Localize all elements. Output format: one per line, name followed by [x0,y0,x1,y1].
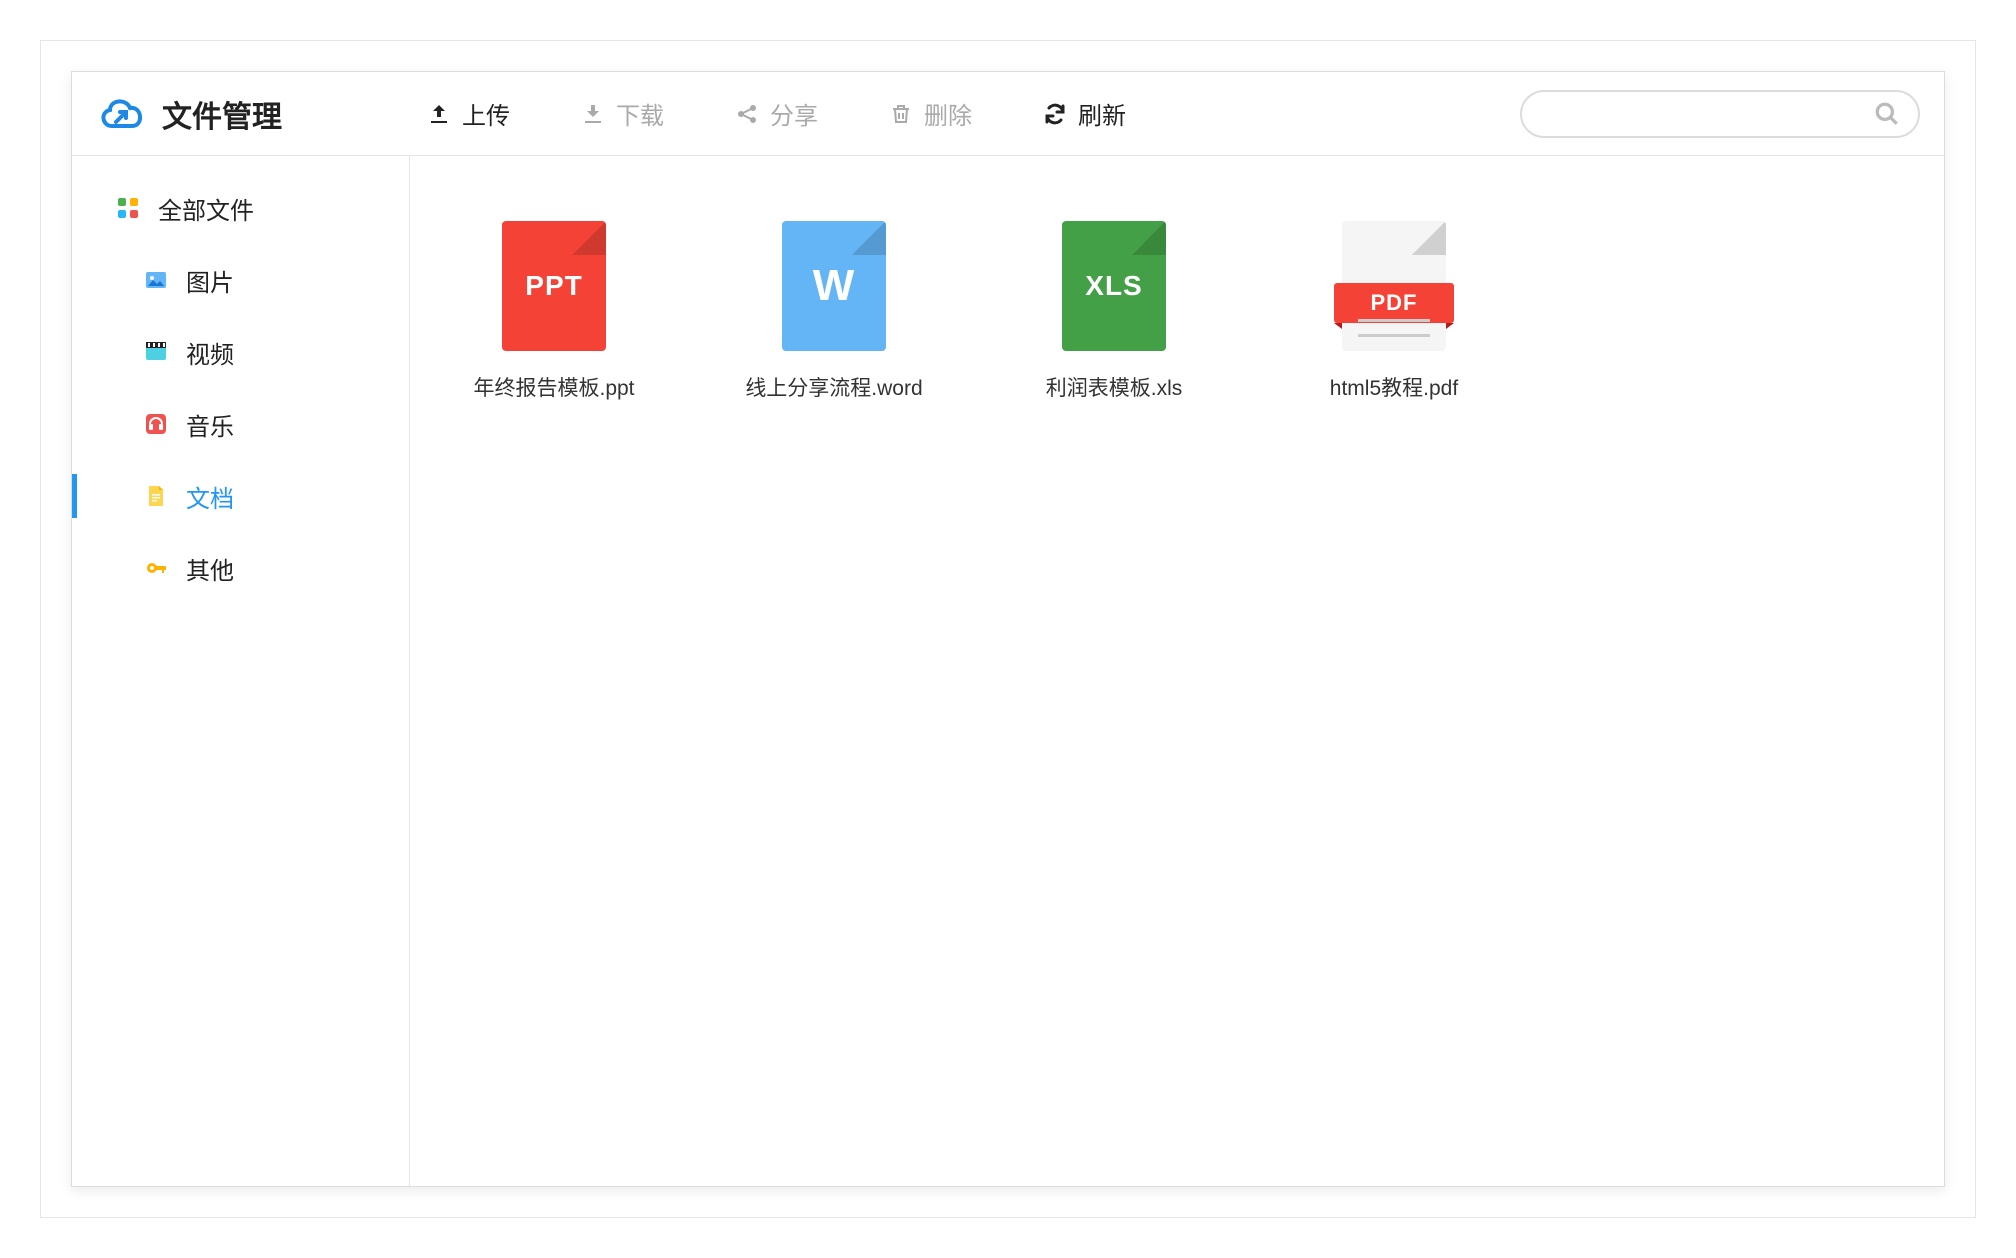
upload-button[interactable]: 上传 [426,96,510,131]
key-icon [142,554,170,582]
grid-icon [114,194,142,222]
file-badge: PPT [525,270,582,302]
body: 全部文件 图片 视频 [72,156,1944,1186]
toolbar: 上传 下载 分享 删除 [426,96,1126,131]
download-icon [580,101,606,127]
sidebar-item-video[interactable]: 视频 [72,322,409,382]
sidebar-item-all-files[interactable]: 全部文件 [72,178,409,238]
app-title: 文件管理 [162,92,282,136]
sidebar-item-documents[interactable]: 文档 [72,466,409,526]
share-icon [734,101,760,127]
document-icon [142,482,170,510]
sidebar-item-label: 音乐 [186,407,234,442]
refresh-icon [1042,101,1068,127]
file-name: 年终报告模板.ppt [473,372,634,402]
file-item[interactable]: PPT 年终报告模板.ppt [454,216,654,402]
refresh-button[interactable]: 刷新 [1042,96,1126,131]
file-item[interactable]: W 线上分享流程.word [734,216,934,402]
refresh-label: 刷新 [1078,96,1126,131]
cloud-logo-icon [96,88,148,140]
upload-icon [426,101,452,127]
sidebar-item-label: 视频 [186,335,234,370]
sidebar: 全部文件 图片 视频 [72,156,410,1186]
download-label: 下载 [616,96,664,131]
content-area: PPT 年终报告模板.ppt W 线上分享流程.word XLS 利润表模板.x… [410,156,1944,1186]
file-item[interactable]: XLS 利润表模板.xls [1014,216,1214,402]
sidebar-item-label: 其他 [186,551,234,586]
music-icon [142,410,170,438]
file-name: 线上分享流程.word [745,372,922,402]
file-badge: PDF [1371,290,1418,316]
download-button[interactable]: 下载 [580,96,664,131]
file-badge: W [813,261,856,311]
logo-title: 文件管理 [96,88,386,140]
video-icon [142,338,170,366]
share-button[interactable]: 分享 [734,96,818,131]
sidebar-item-images[interactable]: 图片 [72,250,409,310]
header: 文件管理 上传 下载 [72,72,1944,156]
upload-label: 上传 [462,96,510,131]
pdf-file-icon: PDF [1334,216,1454,356]
trash-icon [888,101,914,127]
ppt-file-icon: PPT [494,216,614,356]
search-input[interactable] [1540,102,1874,125]
delete-button[interactable]: 删除 [888,96,972,131]
sidebar-item-label: 文档 [186,479,234,514]
word-file-icon: W [774,216,894,356]
share-label: 分享 [770,96,818,131]
image-icon [142,266,170,294]
sidebar-item-other[interactable]: 其他 [72,538,409,598]
sidebar-item-label: 全部文件 [158,191,254,226]
sidebar-item-music[interactable]: 音乐 [72,394,409,454]
file-name: html5教程.pdf [1330,372,1458,402]
delete-label: 删除 [924,96,972,131]
file-item[interactable]: PDF html5教程.pdf [1294,216,1494,402]
app-window: 文件管理 上传 下载 [71,71,1945,1187]
sidebar-item-label: 图片 [186,263,234,298]
file-badge: XLS [1085,270,1142,302]
xls-file-icon: XLS [1054,216,1174,356]
outer-frame: 文件管理 上传 下载 [40,40,1976,1218]
file-name: 利润表模板.xls [1046,372,1183,402]
search-box[interactable] [1520,90,1920,138]
search-icon [1874,101,1900,127]
